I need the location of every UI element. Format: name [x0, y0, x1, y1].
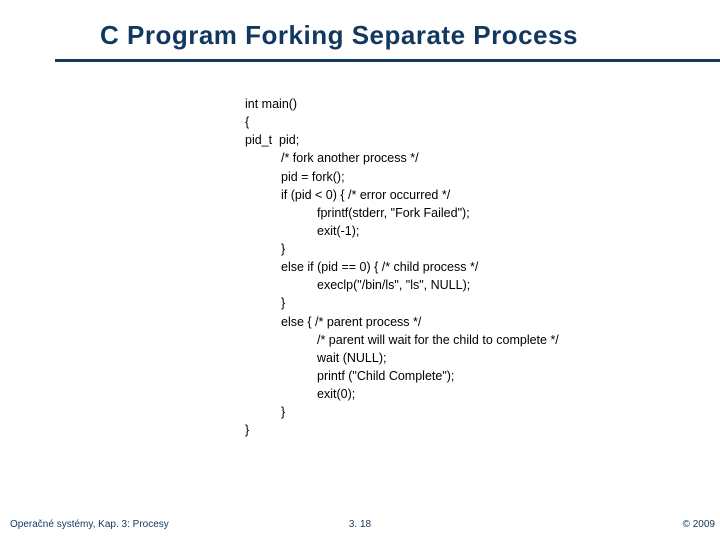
code-line: } [245, 403, 559, 421]
code-line: exit(-1); [245, 222, 559, 240]
title-underline [55, 59, 720, 62]
code-line: pid_t pid; [245, 131, 559, 149]
code-line: exit(0); [245, 385, 559, 403]
code-line: wait (NULL); [245, 349, 559, 367]
code-line: execlp("/bin/ls", "ls", NULL); [245, 276, 559, 294]
footer-center: 3. 18 [349, 519, 371, 530]
slide: C Program Forking Separate Process int m… [0, 0, 720, 540]
code-line: else { /* parent process */ [245, 313, 559, 331]
code-line: } [245, 240, 559, 258]
slide-title: C Program Forking Separate Process [0, 0, 720, 59]
code-line: pid = fork(); [245, 168, 559, 186]
code-line: fprintf(stderr, "Fork Failed"); [245, 204, 559, 222]
code-line: printf ("Child Complete"); [245, 367, 559, 385]
code-line: /* parent will wait for the child to com… [245, 331, 559, 349]
code-line: } [245, 294, 559, 312]
footer-left: Operačné systémy, Kap. 3: Procesy [10, 519, 169, 530]
code-block: int main() { pid_t pid; /* fork another … [245, 95, 559, 439]
code-line: if (pid < 0) { /* error occurred */ [245, 186, 559, 204]
code-line: int main() [245, 95, 559, 113]
code-line: /* fork another process */ [245, 149, 559, 167]
code-line: else if (pid == 0) { /* child process */ [245, 258, 559, 276]
code-line: } [245, 421, 559, 439]
code-line: { [245, 113, 559, 131]
footer-right: © 2009 [683, 519, 715, 530]
